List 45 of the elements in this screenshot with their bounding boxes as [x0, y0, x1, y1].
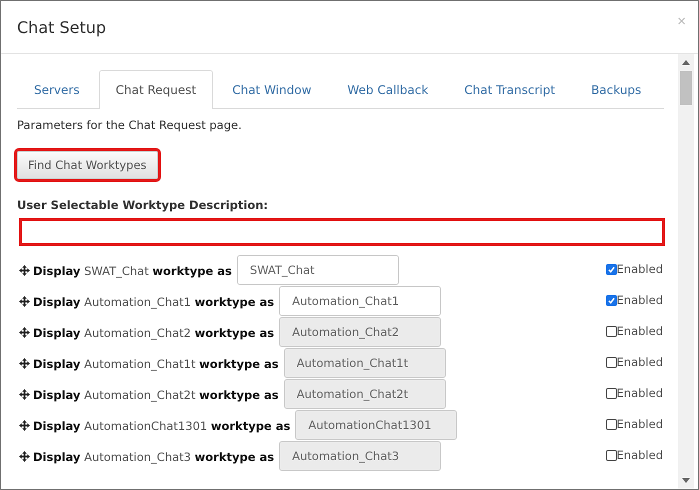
worktype-label: Display SWAT_Chat worktype as [33, 264, 232, 278]
move-icon[interactable] [19, 420, 30, 431]
move-icon[interactable] [19, 265, 30, 276]
move-icon[interactable] [19, 358, 30, 369]
checkbox-label: Enabled [616, 355, 663, 369]
checkbox[interactable] [606, 418, 617, 430]
tab[interactable]: Servers [17, 70, 97, 109]
checkbox[interactable] [606, 356, 617, 368]
checkbox[interactable] [606, 450, 617, 460]
dialog-title: Chat Setup [17, 18, 106, 36]
find-worktypes-button[interactable]: Find Chat Worktypes [17, 151, 158, 179]
scroll-up-icon[interactable] [682, 60, 690, 65]
worktype-label: Display Automation_Chat1t worktype as [33, 357, 279, 371]
checkbox[interactable] [606, 294, 617, 306]
field-label: User Selectable Worktype Description: [17, 198, 270, 212]
worktype-label: Display Automation_Chat2t worktype as [33, 388, 279, 402]
checkbox[interactable] [606, 264, 617, 274]
move-icon[interactable] [19, 296, 30, 307]
tab[interactable]: Chat Transcript [447, 70, 572, 109]
scrollbar[interactable] [678, 54, 694, 489]
checkbox-label: Enabled [616, 324, 663, 338]
scrollbar-thumb[interactable] [680, 71, 692, 105]
checkbox-label: Enabled [616, 293, 663, 307]
worktype-label: Display Automation_Chat2 worktype as [33, 326, 274, 340]
move-icon[interactable] [19, 389, 30, 400]
worktype-field[interactable]: Automation_Chat1 [279, 286, 442, 316]
worktype-field[interactable]: SWAT_Chat [236, 255, 399, 285]
worktype-label: Display Automation_Chat1 worktype as [33, 295, 274, 309]
worktype-label: Display AutomationChat1301 worktype as [33, 419, 290, 433]
checkbox-label: Enabled [616, 448, 663, 462]
checkbox-label: Enabled [616, 386, 663, 400]
tab[interactable]: Chat Request [98, 70, 214, 109]
move-icon[interactable] [19, 327, 30, 338]
tab[interactable]: Web Callback [330, 70, 446, 109]
scroll-down-icon[interactable] [682, 478, 690, 483]
tab[interactable]: Chat Window [215, 70, 328, 109]
tab[interactable]: Backups [574, 70, 658, 109]
move-icon[interactable] [19, 451, 30, 462]
checkbox-label: Enabled [616, 262, 663, 276]
checkbox[interactable] [606, 388, 617, 398]
checkbox-label: Enabled [616, 417, 663, 431]
worktype-label: Display Automation_Chat3 worktype as [33, 450, 274, 464]
checkbox[interactable] [606, 326, 617, 336]
description-field[interactable] [19, 218, 665, 246]
intro-text: Parameters for the Chat Request page. [17, 118, 243, 132]
